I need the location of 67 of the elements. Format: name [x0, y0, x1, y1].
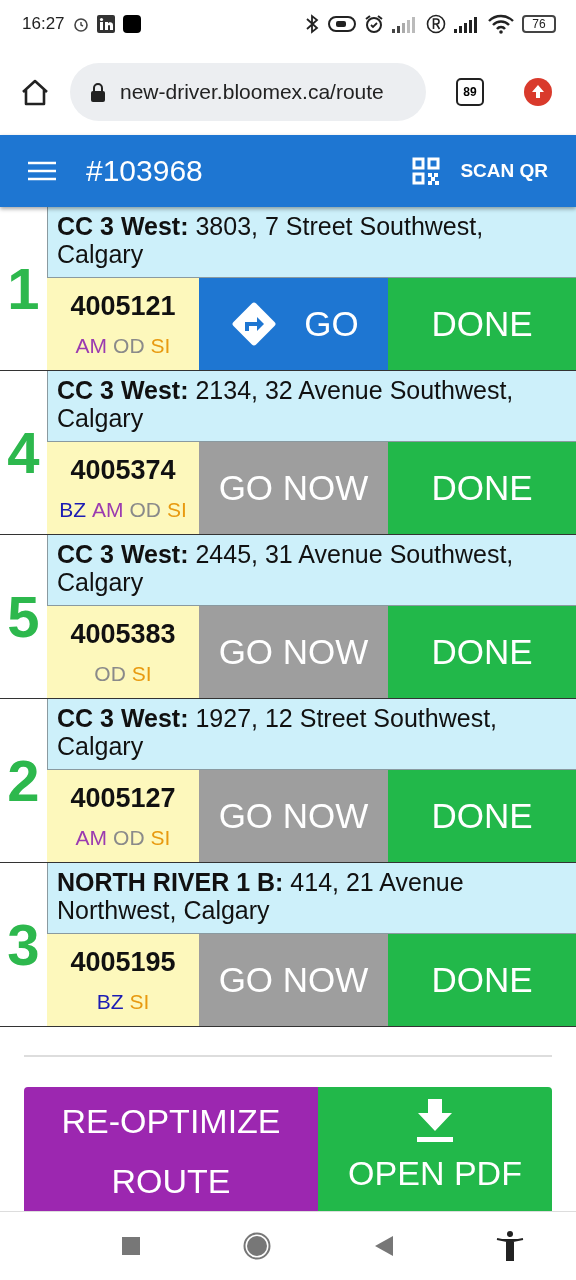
order-tag: AM — [92, 497, 124, 522]
order-tag: BZ — [96, 989, 124, 1014]
home-icon[interactable] — [20, 77, 50, 106]
done-button[interactable]: DONE — [388, 442, 576, 534]
go-button[interactable]: GO NOW — [199, 934, 388, 1026]
open-pdf-button[interactable]: OPEN PDF — [318, 1087, 552, 1211]
delivery-address: CC 3 West: 1927, 12 Street Southwest, Calgary — [47, 699, 576, 770]
order-tag: SI — [129, 989, 150, 1014]
route-number: #103968 — [86, 154, 204, 188]
order-tag: OD — [113, 333, 145, 358]
address-bar[interactable]: new-driver.bloomex.ca/route — [70, 62, 426, 121]
back-icon[interactable] — [374, 1236, 393, 1256]
url-text: new-driver.bloomex.ca/route — [120, 79, 384, 104]
stop-number: 1 — [6, 255, 41, 323]
qr-code-icon — [412, 157, 441, 185]
stop-number: 4 — [6, 419, 41, 487]
lock-icon — [90, 81, 106, 102]
linkedin-icon — [96, 15, 115, 33]
order-tag: AM — [75, 825, 108, 850]
delivery-address: CC 3 West: 2134, 32 Avenue Southwest, Calgary — [47, 371, 576, 442]
download-icon — [416, 1099, 454, 1143]
battery-icon: 76 — [522, 15, 556, 33]
order-number: 4005127 — [70, 782, 176, 814]
re-optimize-route-button[interactable]: RE-OPTIMIZE ROUTE — [24, 1087, 318, 1211]
order-number: 4005383 — [70, 618, 176, 650]
done-button[interactable]: DONE — [388, 278, 576, 370]
delivery-address: NORTH RIVER 1 B: 414, 21 Avenue Northwest, Calgary — [47, 863, 576, 934]
order-tag: OD — [113, 825, 145, 850]
wifi-icon — [488, 14, 514, 34]
registered-icon — [426, 14, 446, 34]
order-number: 4005195 — [70, 946, 176, 978]
app-icon — [122, 15, 141, 33]
alarm-clock-icon — [364, 14, 384, 34]
order-tag: BZ — [59, 497, 86, 522]
stop-number: 2 — [6, 747, 41, 815]
signal-icon — [454, 15, 480, 33]
order-number: 4005374 — [70, 454, 176, 486]
delivery-address: CC 3 West: 2445, 31 Avenue Southwest, Calgary — [47, 535, 576, 606]
order-tag: OD — [129, 497, 161, 522]
order-tag: SI — [167, 497, 187, 522]
accessibility-icon[interactable] — [496, 1231, 525, 1261]
recent-apps-icon[interactable] — [121, 1237, 140, 1255]
scan-qr-button[interactable]: SCAN QR — [412, 151, 548, 191]
order-tag: SI — [131, 661, 152, 686]
stop-number: 5 — [6, 583, 41, 651]
order-tag: OD — [94, 661, 126, 686]
order-number: 4005121 — [70, 290, 176, 322]
done-button[interactable]: DONE — [388, 934, 576, 1026]
delivery-address: CC 3 West: 3803, 7 Street Southwest, Calgary — [47, 207, 576, 278]
go-button[interactable]: GO NOW — [199, 770, 388, 862]
bluetooth-icon — [304, 14, 320, 34]
go-button[interactable]: GO NOW — [199, 442, 388, 534]
done-button[interactable]: DONE — [388, 606, 576, 698]
toggle-icon — [328, 15, 356, 33]
clock-time: 16:27 — [22, 14, 65, 34]
stop-number: 3 — [6, 911, 41, 979]
alarm-clock-icon — [72, 16, 89, 32]
order-tag: SI — [150, 825, 171, 850]
go-button[interactable]: GO — [199, 278, 388, 370]
tab-count-button[interactable]: 89 — [456, 77, 484, 106]
done-button[interactable]: DONE — [388, 770, 576, 862]
menu-icon[interactable] — [28, 161, 56, 181]
order-tag: SI — [150, 333, 171, 358]
order-tag: AM — [75, 333, 108, 358]
upload-icon[interactable] — [524, 77, 552, 106]
signal-icon — [392, 15, 418, 33]
go-button[interactable]: GO NOW — [199, 606, 388, 698]
